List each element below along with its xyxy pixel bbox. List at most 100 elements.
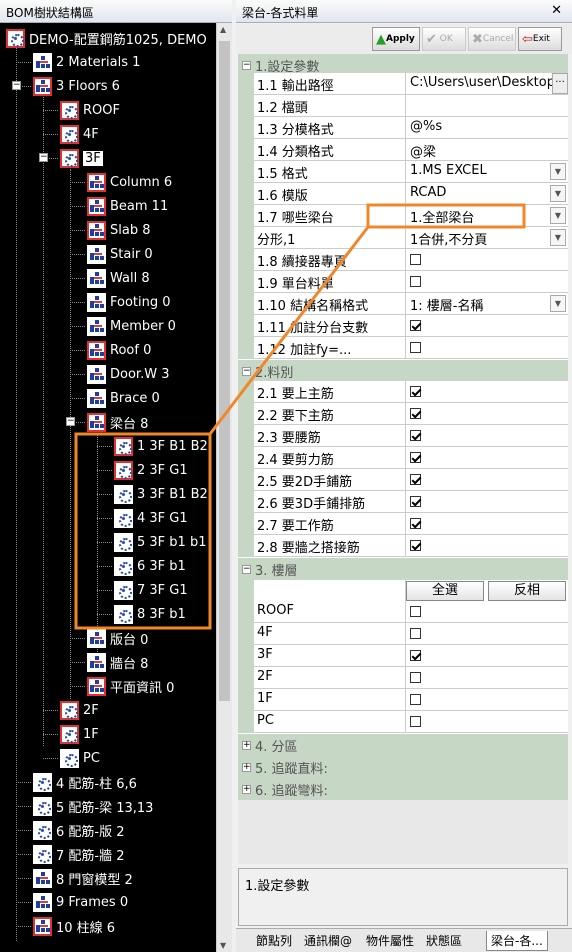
checkbox[interactable] — [410, 474, 421, 485]
property-value[interactable] — [406, 711, 568, 733]
property-value[interactable]: C:\Users\user\Desktop... — [406, 73, 568, 95]
property-value[interactable] — [406, 513, 568, 535]
tree-node[interactable]: DEMO-配置鋼筋1025, DEMO — [6, 26, 207, 50]
property-row[interactable]: 1.10 結構名稱格式 1: 樓層-名稱 ▼ — [238, 293, 568, 315]
property-value[interactable]: 1.MS EXCEL ▼ — [406, 161, 568, 183]
property-value[interactable] — [406, 447, 568, 469]
checkbox[interactable] — [410, 386, 421, 397]
tree-node[interactable]: 7 配筋-牆 2 — [33, 842, 125, 866]
tree-node[interactable]: 2F — [60, 698, 99, 722]
invert-button[interactable]: 反相 — [488, 581, 566, 601]
checkbox[interactable] — [410, 694, 421, 705]
tab-0[interactable]: 節點列 — [252, 931, 296, 951]
tree-node[interactable]: 1F — [60, 722, 99, 746]
dropdown-arrow-icon[interactable]: ▼ — [550, 207, 566, 224]
property-value[interactable] — [406, 403, 568, 425]
checkbox[interactable] — [410, 628, 421, 639]
property-value[interactable]: 1.全部梁台 ▼ — [406, 205, 568, 227]
tree-node[interactable]: 梁台 8 — [87, 410, 148, 434]
checkbox[interactable] — [410, 606, 421, 617]
tree-node[interactable]: Door.W 3 — [87, 362, 169, 386]
checkbox[interactable] — [410, 496, 421, 507]
tree-node[interactable]: 牆台 8 — [87, 650, 148, 674]
tree-node[interactable]: Column 6 — [87, 170, 172, 194]
collapse-icon[interactable]: − — [242, 60, 251, 70]
property-row[interactable]: 1.11 加註分台支數 — [238, 315, 568, 337]
tree-node[interactable]: 6 配筋-版 2 — [33, 818, 125, 842]
property-value[interactable] — [406, 425, 568, 447]
expand-icon[interactable]: + — [242, 740, 251, 750]
property-row[interactable]: 2F — [238, 667, 568, 689]
tree-node[interactable]: 4 配筋-柱 6,6 — [33, 770, 137, 794]
property-value[interactable] — [406, 623, 568, 645]
tree-node[interactable]: 平面資訊 0 — [87, 674, 174, 698]
property-value[interactable] — [406, 535, 568, 557]
property-row[interactable]: 2.5 要2D手鋪筋 — [238, 469, 568, 491]
property-value[interactable] — [406, 271, 568, 293]
tree-node[interactable]: 4 3F G1 — [114, 506, 188, 530]
property-row[interactable]: 1.4 分類格式 @梁 — [238, 139, 568, 161]
tab-4[interactable]: 梁台-各... — [486, 931, 548, 951]
property-value[interactable] — [406, 469, 568, 491]
scroll-down-icon[interactable]: ▼ — [220, 941, 226, 950]
property-row[interactable]: 3F — [238, 645, 568, 667]
property-value[interactable]: @梁 — [406, 139, 568, 161]
apply-button[interactable]: ▲ Apply — [372, 27, 420, 51]
select-all-button[interactable]: 全選 — [406, 581, 484, 601]
category-materials[interactable]: −2.料別 — [238, 360, 568, 382]
property-row[interactable]: 1.9 單台料單 — [238, 271, 568, 293]
tree-node[interactable]: 5 3F b1 b1 — [114, 530, 206, 554]
tree-scrollbar[interactable]: ▲ ▼ — [216, 23, 232, 952]
tree-node[interactable]: PC — [60, 746, 100, 770]
tree-node[interactable]: Slab 8 — [87, 218, 151, 242]
checkbox[interactable] — [410, 320, 421, 331]
dropdown-arrow-icon[interactable]: ▼ — [550, 229, 566, 246]
checkbox[interactable] — [410, 254, 421, 265]
property-row[interactable]: 2.6 要3D手鋪排筋 — [238, 491, 568, 513]
cancel-button[interactable]: ✖ Cancel — [468, 27, 516, 51]
exit-button[interactable]: ⇦ Exit — [518, 27, 562, 51]
property-value[interactable] — [406, 645, 568, 667]
ok-button[interactable]: ✔ OK — [422, 27, 466, 51]
checkbox[interactable] — [410, 672, 421, 683]
property-value[interactable] — [406, 315, 568, 337]
tree-node[interactable]: 2 3F G1 — [114, 458, 188, 482]
property-row[interactable]: 2.4 要剪力筋 — [238, 447, 568, 469]
property-value[interactable]: 1合併,不分頁 ▼ — [406, 227, 568, 249]
property-value[interactable] — [406, 667, 568, 689]
checkbox[interactable] — [410, 430, 421, 441]
browse-button[interactable]: ... — [552, 73, 568, 94]
property-row[interactable]: 2.7 要工作筋 — [238, 513, 568, 535]
property-value[interactable] — [406, 689, 568, 711]
collapse-icon[interactable]: − — [242, 564, 251, 574]
property-value[interactable]: RCAD ▼ — [406, 183, 568, 205]
property-row[interactable]: 1.8 續接器專頁 — [238, 249, 568, 271]
property-value[interactable]: @%s — [406, 117, 568, 139]
tree-node[interactable]: ROOF — [60, 98, 120, 122]
tree-node[interactable]: 3 3F B1 B2 — [114, 482, 208, 506]
property-row[interactable]: PC — [238, 711, 568, 733]
property-row[interactable]: 1.1 輸出路徑 C:\Users\user\Desktop... — [238, 73, 568, 95]
tree-node[interactable]: 5 配筋-梁 13,13 — [33, 794, 153, 818]
category-track-straight[interactable]: +5. 追蹤直料: — [238, 756, 568, 778]
tree-node[interactable]: 10 柱線 6 — [33, 914, 115, 938]
expand-icon[interactable]: + — [242, 762, 251, 772]
category-floors[interactable]: −3. 樓層 — [238, 558, 568, 580]
tab-3[interactable]: 狀態區 — [422, 931, 466, 951]
category-track-bent[interactable]: +6. 追蹤彎料: — [238, 778, 568, 800]
dropdown-arrow-icon[interactable]: ▼ — [550, 163, 566, 180]
property-row[interactable]: 分形,1 1合併,不分頁 ▼ — [238, 227, 568, 249]
checkbox[interactable] — [410, 716, 421, 727]
scrollbar-thumb[interactable] — [219, 41, 230, 701]
tree-node[interactable]: 9 Frames 0 — [33, 890, 128, 914]
checkbox[interactable] — [410, 276, 421, 287]
collapse-toggle-icon[interactable]: − — [12, 81, 21, 90]
tree-node[interactable]: Wall 8 — [87, 266, 150, 290]
collapse-toggle-icon[interactable]: − — [39, 153, 48, 162]
checkbox[interactable] — [410, 452, 421, 463]
property-row[interactable]: ROOF — [238, 601, 568, 623]
property-row[interactable]: 2.3 要腰筋 — [238, 425, 568, 447]
tree-node[interactable]: Stair 0 — [87, 242, 153, 266]
property-row[interactable]: 1F — [238, 689, 568, 711]
property-row[interactable]: 1.7 哪些梁台 1.全部梁台 ▼ — [238, 205, 568, 227]
